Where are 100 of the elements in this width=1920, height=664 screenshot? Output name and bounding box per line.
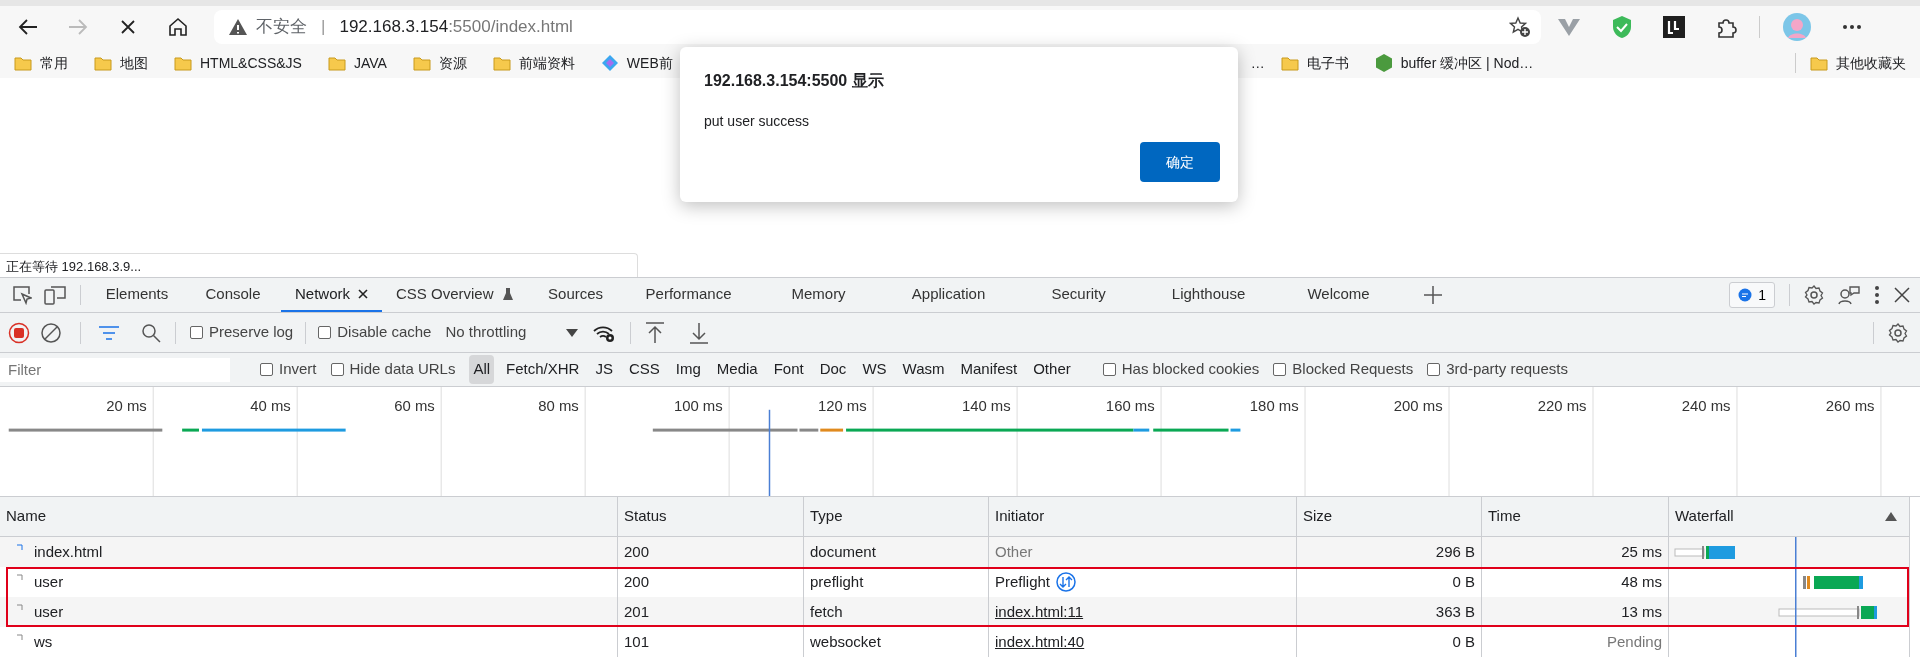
bookmark-item[interactable]: 前端资料 [492, 52, 575, 74]
bookmark-item[interactable]: buffer 缓冲区 | Nod… [1374, 52, 1534, 74]
address-bar[interactable]: 不安全 | 192.168.3.154:5500/index.html [214, 10, 1541, 44]
table-row[interactable]: user 201 fetch index.html:11 363 B 13 ms [0, 597, 1910, 627]
type-filter-button[interactable]: Media [712, 355, 762, 384]
forward-arrow-icon [68, 18, 88, 36]
bookmark-item[interactable]: HTML&CSS&JS [174, 52, 302, 74]
diamond-logo-icon [600, 54, 619, 72]
checkbox[interactable]: Disable cache [318, 321, 432, 344]
devtools-tab[interactable]: Security [1013, 278, 1144, 312]
devtools-tab[interactable]: Console [185, 278, 281, 312]
request-name[interactable]: user [34, 600, 64, 624]
url-text: 192.168.3.154:5500/index.html [339, 16, 573, 39]
settings-icon [1804, 285, 1824, 305]
add-tab-icon [1423, 286, 1442, 304]
bookmark-item[interactable]: 地图 [94, 52, 148, 74]
type-filter-button[interactable]: Other [1029, 355, 1075, 384]
home-icon [168, 17, 188, 37]
other-bookmarks[interactable]: 其他收藏夹 [1810, 52, 1906, 74]
type-filter-button[interactable]: Doc [815, 355, 851, 384]
download-icon [689, 321, 710, 344]
column-header[interactable]: Size [1303, 505, 1333, 528]
more-icon [1874, 285, 1880, 305]
type-filter-button[interactable]: Font [769, 355, 808, 384]
checkbox[interactable]: Invert [260, 358, 317, 381]
bookmark-item[interactable]: 常用 [14, 52, 68, 74]
type-filter-button[interactable]: Manifest [956, 355, 1022, 384]
checkbox[interactable]: Preserve log [190, 321, 294, 344]
clear-icon [40, 321, 62, 344]
tick-label: 180 ms [1249, 397, 1299, 414]
bookmark-item[interactable]: … [1250, 52, 1265, 74]
initiator-link[interactable]: index.html:40 [995, 630, 1085, 654]
extensions-icon [1715, 16, 1737, 38]
checkbox[interactable]: 3rd-party requests [1427, 358, 1568, 381]
file-icon [16, 604, 24, 612]
folder-icon [94, 55, 112, 71]
type-filter-button[interactable]: Fetch/XHR [502, 355, 584, 384]
tick-label: 220 ms [1537, 397, 1587, 414]
bookmark-item[interactable]: 电子书 [1280, 52, 1349, 74]
column-header[interactable]: Status [624, 505, 667, 528]
devtools-tab[interactable]: CSS Overview [382, 278, 528, 312]
devtools-tab[interactable]: Lighthouse [1143, 278, 1274, 312]
request-type: document [810, 541, 876, 562]
type-filter-button[interactable]: Img [671, 355, 705, 384]
column-header[interactable]: Waterfall [1675, 505, 1734, 528]
type-filter-button[interactable]: All [469, 355, 495, 384]
avatar-icon [1782, 12, 1812, 42]
size-value: 0 B [1452, 631, 1475, 652]
close-icon [120, 19, 136, 35]
request-name[interactable]: user [34, 570, 64, 594]
tick-label: 140 ms [961, 397, 1011, 414]
devtools-tab[interactable]: Performance [623, 278, 754, 312]
tick-label: 100 ms [673, 397, 723, 414]
devtools-tab[interactable]: Elements [89, 278, 185, 312]
device-toolbar-icon [44, 285, 66, 305]
issues-badge[interactable]: 1 [1729, 282, 1775, 308]
bookmark-item[interactable]: JAVA [327, 52, 387, 74]
favorite-add-icon [1509, 16, 1531, 38]
tick-label: 40 ms [250, 397, 291, 414]
search-icon [141, 322, 161, 343]
type-filter-button[interactable]: JS [591, 355, 617, 384]
devtools-tab[interactable]: Sources [527, 278, 624, 312]
bookmark-item[interactable]: 资源 [412, 52, 467, 74]
file-icon [16, 544, 24, 552]
devtools-tab[interactable]: Application [883, 278, 1014, 312]
column-header[interactable]: Time [1488, 505, 1521, 528]
time-value: Pending [1606, 631, 1662, 652]
initiator-link[interactable]: index.html:11 [995, 600, 1084, 624]
column-header[interactable]: Type [810, 505, 843, 528]
throttling-dropdown[interactable]: No throttling [441, 321, 583, 344]
ok-button[interactable]: 确定 [1140, 142, 1220, 182]
status-code: 201 [624, 601, 650, 622]
security-label: 不安全 [256, 16, 307, 39]
time-value: 25 ms [1621, 541, 1662, 562]
type-filter-button[interactable]: CSS [624, 355, 664, 384]
filter-field[interactable]: Filter [0, 357, 230, 382]
bookmark-item[interactable]: WEB前 [600, 52, 673, 74]
column-header[interactable]: Initiator [995, 505, 1045, 528]
checkbox[interactable]: Hide data URLs [330, 358, 456, 381]
type-filter-button[interactable]: Wasm [898, 355, 949, 384]
more-icon [1842, 24, 1862, 30]
devtools-tab[interactable]: Welcome [1273, 278, 1404, 312]
initiator-text: Preflight [995, 571, 1051, 592]
checkbox[interactable]: Has blocked cookies [1102, 358, 1260, 381]
feedback-icon [1838, 285, 1860, 305]
dialog-message: put user success [704, 112, 810, 131]
request-name[interactable]: index.html [34, 540, 103, 564]
column-header[interactable]: Name [6, 505, 46, 528]
folder-icon [174, 55, 192, 71]
type-filter-button[interactable]: WS [858, 355, 891, 384]
back-arrow-icon [18, 18, 38, 36]
table-row[interactable]: ws 101 websocket index.html:40 0 B Pending [0, 627, 1910, 657]
tick-label: 240 ms [1681, 397, 1731, 414]
initiator-text: Other [995, 541, 1033, 562]
request-type: fetch [810, 601, 843, 622]
devtools-tab[interactable]: Memory [753, 278, 884, 312]
request-name[interactable]: ws [34, 630, 53, 654]
tick-label: 200 ms [1393, 397, 1443, 414]
checkbox[interactable]: Blocked Requests [1273, 358, 1414, 381]
table-row[interactable]: index.html 200 document Other 296 B 25 ms [0, 537, 1910, 567]
